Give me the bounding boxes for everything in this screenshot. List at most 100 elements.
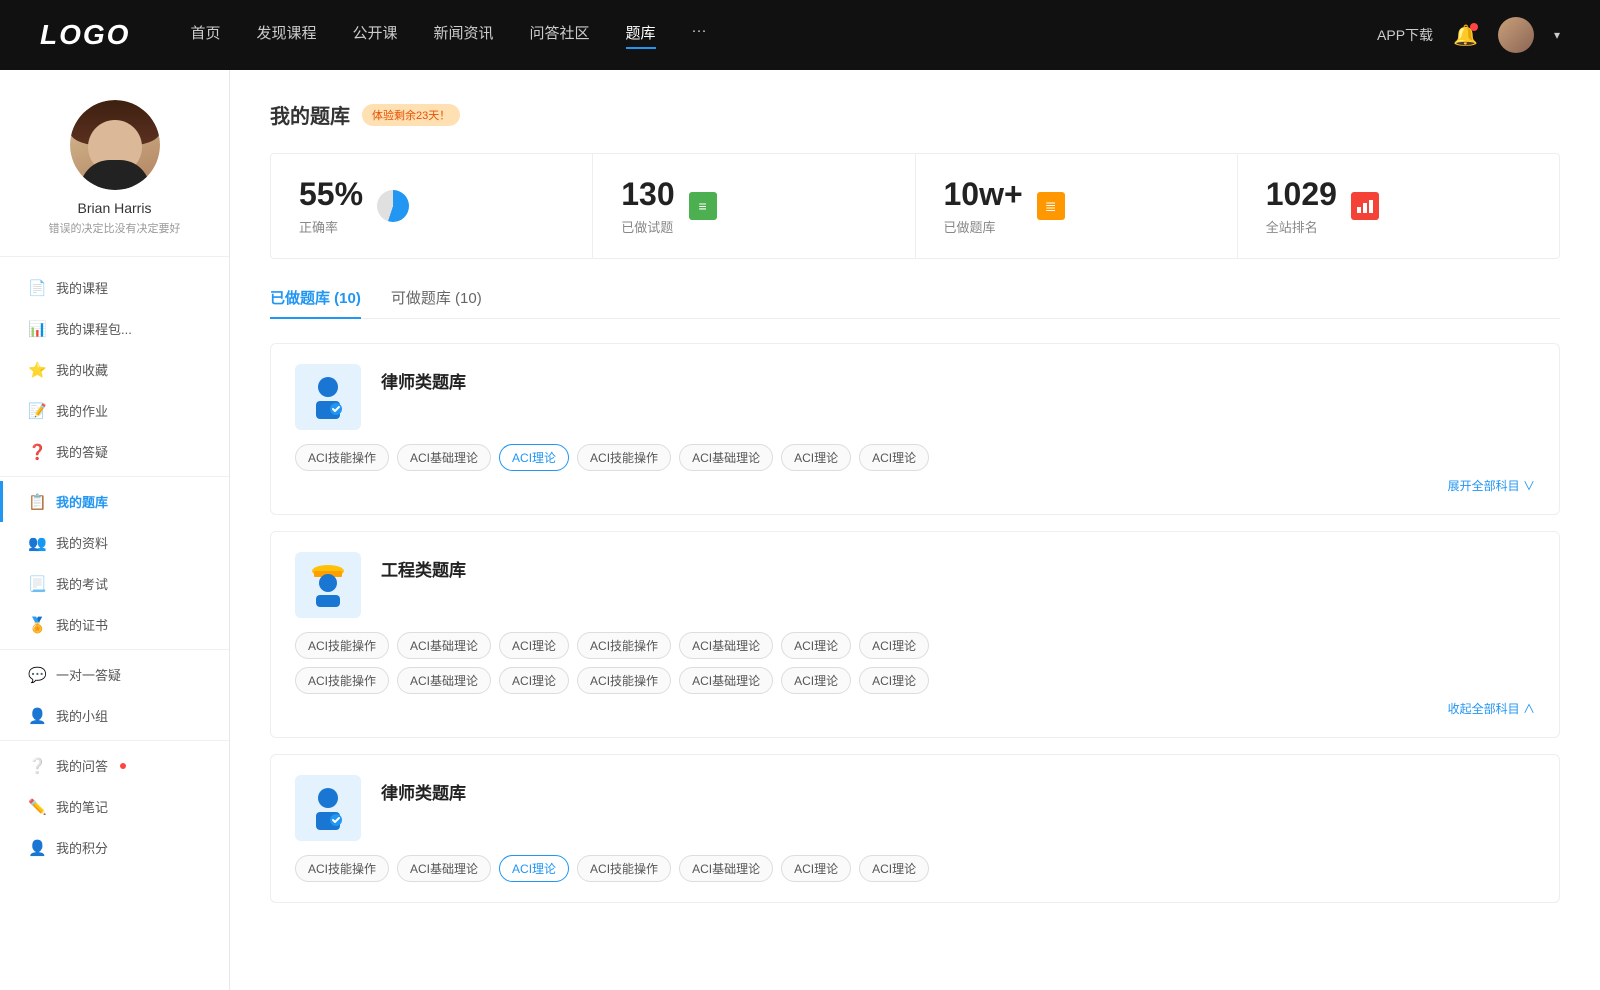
sidebar-item-5[interactable]: 📋 我的题库 [0, 481, 229, 522]
nav-link-问答社区[interactable]: 问答社区 [530, 22, 590, 49]
sidebar-item-7[interactable]: 📃我的考试 [0, 563, 229, 604]
qbank-tag2-1-2[interactable]: ACI理论 [499, 667, 569, 694]
sidebar-item-1[interactable]: 📊 我的课程包... [0, 308, 229, 349]
qbank-tag-2-0[interactable]: ACI技能操作 [295, 855, 389, 882]
app-download-link[interactable]: APP下载 [1377, 25, 1433, 45]
qbank-tag2-1-6[interactable]: ACI理论 [859, 667, 929, 694]
user-menu-chevron[interactable]: ▾ [1554, 28, 1560, 42]
sidebar-divider [0, 740, 229, 741]
page-header: 我的题库 体验剩余23天！ [270, 100, 1560, 129]
sidebar-item-icon-8: 🏅 [28, 616, 46, 634]
sidebar-item-label-5: 我的题库 [56, 492, 108, 511]
qbank-header-1: 工程类题库 [295, 552, 1535, 618]
stat-label-1: 已做试题 [621, 217, 674, 236]
sidebar-item-label-6: 我的资料 [56, 533, 108, 552]
question-icon: ≣ [1037, 192, 1065, 220]
qbank-tag-0-0[interactable]: ACI技能操作 [295, 444, 389, 471]
sidebar-item-8[interactable]: 🏅我的证书 [0, 604, 229, 645]
sidebar-item-13[interactable]: 👤我的积分 [0, 827, 229, 868]
stat-label-3: 全站排名 [1266, 217, 1337, 236]
qbank-tag2-1-3[interactable]: ACI技能操作 [577, 667, 671, 694]
sidebar-item-label-4: 我的答疑 [56, 442, 108, 461]
nav-link-首页[interactable]: 首页 [190, 22, 220, 49]
nav-link-新闻资讯[interactable]: 新闻资讯 [434, 22, 494, 49]
qbank-tag-0-6[interactable]: ACI理论 [859, 444, 929, 471]
main-content: 我的题库 体验剩余23天！ 55%正确率130已做试题≡10w+已做题库≣102… [230, 70, 1600, 990]
sidebar-item-label-1: 我的课程包... [56, 319, 132, 338]
qbank-tag-1-2[interactable]: ACI理论 [499, 632, 569, 659]
qbank-tag-0-4[interactable]: ACI基础理论 [679, 444, 773, 471]
qbank-icon-1 [295, 552, 361, 618]
sidebar-item-icon-11: ❔ [28, 757, 46, 775]
qbank-name-0: 律师类题库 [381, 364, 466, 393]
sidebar-item-4[interactable]: ❓我的答疑 [0, 431, 229, 472]
sidebar-item-2[interactable]: ⭐我的收藏 [0, 349, 229, 390]
qbank-tag2-1-0[interactable]: ACI技能操作 [295, 667, 389, 694]
stats-row: 55%正确率130已做试题≡10w+已做题库≣1029全站排名 [270, 153, 1560, 259]
qbank-expand-0[interactable]: 展开全部科目 ∨ [295, 477, 1535, 494]
qbank-collapse-1[interactable]: 收起全部科目 ∧ [295, 700, 1535, 717]
qbank-tag-0-2[interactable]: ACI理论 [499, 444, 569, 471]
qbank-tag-1-6[interactable]: ACI理论 [859, 632, 929, 659]
qbank-name-1: 工程类题库 [381, 552, 466, 581]
profile-avatar [70, 100, 160, 190]
sidebar-item-12[interactable]: ✏️我的笔记 [0, 786, 229, 827]
tab-1[interactable]: 可做题库 (10) [391, 287, 482, 318]
qbank-tag-2-4[interactable]: ACI基础理论 [679, 855, 773, 882]
doc-icon: ≡ [689, 192, 717, 220]
pie-chart-icon [377, 190, 409, 222]
stat-item-1: 130 已做试题 ≡ [593, 154, 915, 258]
sidebar-item-icon-7: 📃 [28, 575, 46, 593]
nav-link-公开课[interactable]: 公开课 [352, 22, 397, 49]
qbank-header-0: 律师类题库 [295, 364, 1535, 430]
profile-motto: 错误的决定比没有决定要好 [49, 220, 181, 236]
qbank-tag2-1-1[interactable]: ACI基础理论 [397, 667, 491, 694]
qbank-tags-1: ACI技能操作 ACI基础理论 ACI理论 ACI技能操作 ACI基础理论 ACI理论 AC… [295, 632, 1535, 659]
qbank-tag-2-2[interactable]: ACI理论 [499, 855, 569, 882]
profile-name: Brian Harris [78, 200, 152, 216]
nav-logo[interactable]: LOGO [40, 19, 130, 51]
sidebar-item-label-11: 我的问答 [56, 756, 108, 775]
qbank-tag-2-1[interactable]: ACI基础理论 [397, 855, 491, 882]
qbank-tag-0-3[interactable]: ACI技能操作 [577, 444, 671, 471]
tab-0[interactable]: 已做题库 (10) [270, 287, 361, 318]
barchart-icon [1351, 192, 1379, 220]
sidebar-item-label-0: 我的课程 [56, 278, 108, 297]
qbank-tag2-1-5[interactable]: ACI理论 [781, 667, 851, 694]
qbank-list: 律师类题库ACI技能操作ACI基础理论ACI理论ACI技能操作ACI基础理论AC… [270, 343, 1560, 903]
qbank-tag-2-3[interactable]: ACI技能操作 [577, 855, 671, 882]
notification-dot [1470, 23, 1478, 31]
sidebar-item-9[interactable]: 💬一对一答疑 [0, 654, 229, 695]
qbank-section-1: 工程类题库ACI技能操作ACI基础理论ACI理论ACI技能操作ACI基础理论AC… [270, 531, 1560, 738]
sidebar-item-11[interactable]: ❔ 我的问答 [0, 745, 229, 786]
qbank-tag-2-6[interactable]: ACI理论 [859, 855, 929, 882]
nav-link-···[interactable]: ··· [692, 22, 707, 49]
sidebar-item-6[interactable]: 👥我的资料 [0, 522, 229, 563]
qbank-tag-1-1[interactable]: ACI基础理论 [397, 632, 491, 659]
qbank-tag-0-5[interactable]: ACI理论 [781, 444, 851, 471]
qbank-tag2-1-4[interactable]: ACI基础理论 [679, 667, 773, 694]
qbank-tag-1-0[interactable]: ACI技能操作 [295, 632, 389, 659]
user-avatar[interactable] [1498, 17, 1534, 53]
sidebar-item-icon-2: ⭐ [28, 361, 46, 379]
navbar: LOGO 首页 发现课程 公开课 新闻资讯 问答社区 题库 ··· APP下载 🔔 ▾ [0, 0, 1600, 70]
nav-link-题库[interactable]: 题库 [626, 22, 656, 49]
stat-value-1: 130 [621, 176, 674, 213]
qbank-tag-2-5[interactable]: ACI理论 [781, 855, 851, 882]
qbank-tag-1-4[interactable]: ACI基础理论 [679, 632, 773, 659]
sidebar-item-3[interactable]: 📝我的作业 [0, 390, 229, 431]
stat-item-0: 55%正确率 [271, 154, 593, 258]
qbank-tag-1-3[interactable]: ACI技能操作 [577, 632, 671, 659]
sidebar-item-icon-5: 📋 [28, 493, 46, 511]
notification-bell[interactable]: 🔔 [1453, 23, 1478, 48]
sidebar-item-icon-1: 📊 [28, 320, 46, 338]
sidebar-item-icon-13: 👤 [28, 839, 46, 857]
sidebar-item-10[interactable]: 👤我的小组 [0, 695, 229, 736]
stat-value-3: 1029 [1266, 176, 1337, 213]
qbank-tag-1-5[interactable]: ACI理论 [781, 632, 851, 659]
sidebar-item-0[interactable]: 📄我的课程 [0, 267, 229, 308]
nav-link-发现课程[interactable]: 发现课程 [256, 22, 316, 49]
qbank-tag-0-1[interactable]: ACI基础理论 [397, 444, 491, 471]
qbank-tags-2: ACI技能操作 ACI基础理论 ACI理论 ACI技能操作 ACI基础理论 ACI理论 AC… [295, 855, 1535, 882]
stat-label-0: 正确率 [299, 217, 363, 236]
